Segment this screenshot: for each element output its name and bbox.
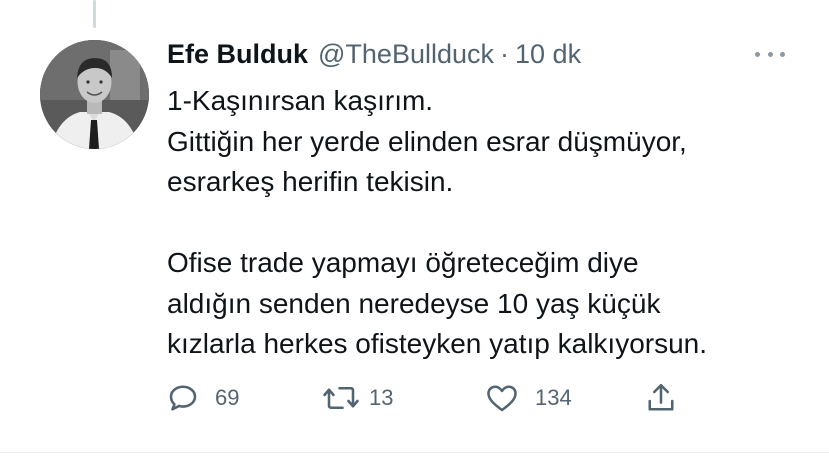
tweet-text-line: esrarkeş herifin tekisin. xyxy=(167,166,454,197)
like-button[interactable]: 134 xyxy=(483,378,572,418)
tweet-actions-bar: 69 13 134 xyxy=(165,378,685,418)
reply-icon xyxy=(169,385,197,411)
separator-dot: · xyxy=(500,38,510,69)
share-icon xyxy=(648,383,674,411)
tweet-text-line: kızlarla herkes ofisteyken yatıp kalkıyo… xyxy=(167,328,708,359)
like-count: 134 xyxy=(535,385,572,410)
tweet-divider xyxy=(0,452,829,453)
tweet-text: 1-Kaşınırsan kaşırım. Gittiğin her yerde… xyxy=(167,81,807,365)
reply-count: 69 xyxy=(215,385,240,410)
thread-connector-line xyxy=(93,0,96,28)
retweet-icon xyxy=(323,386,359,410)
reply-button[interactable]: 69 xyxy=(165,378,239,418)
share-button[interactable] xyxy=(643,378,679,418)
retweet-count: 13 xyxy=(369,385,394,410)
tweet-text-line: 1-Kaşınırsan kaşırım. xyxy=(167,85,434,116)
author-handle[interactable]: @TheBullduck xyxy=(318,39,494,70)
tweet-text-line: Ofise trade yapmayı öğreteceğim diye xyxy=(167,247,639,278)
more-options-icon[interactable] xyxy=(755,44,785,64)
like-icon xyxy=(487,385,517,412)
tweet-timestamp[interactable]: 10 dk xyxy=(515,39,581,70)
author-avatar[interactable] xyxy=(40,40,149,149)
tweet-text-line: aldığın senden neredeyse 10 yaş küçük xyxy=(167,287,661,319)
tweet-header: Efe Bulduk @TheBullduck · 10 dk xyxy=(167,36,581,72)
author-name[interactable]: Efe Bulduk xyxy=(167,39,308,70)
retweet-button[interactable]: 13 xyxy=(321,378,393,418)
tweet-text-line: Gittiğin her yerde elinden esrar düşmüyo… xyxy=(167,125,687,157)
profile-photo-icon xyxy=(40,40,149,149)
